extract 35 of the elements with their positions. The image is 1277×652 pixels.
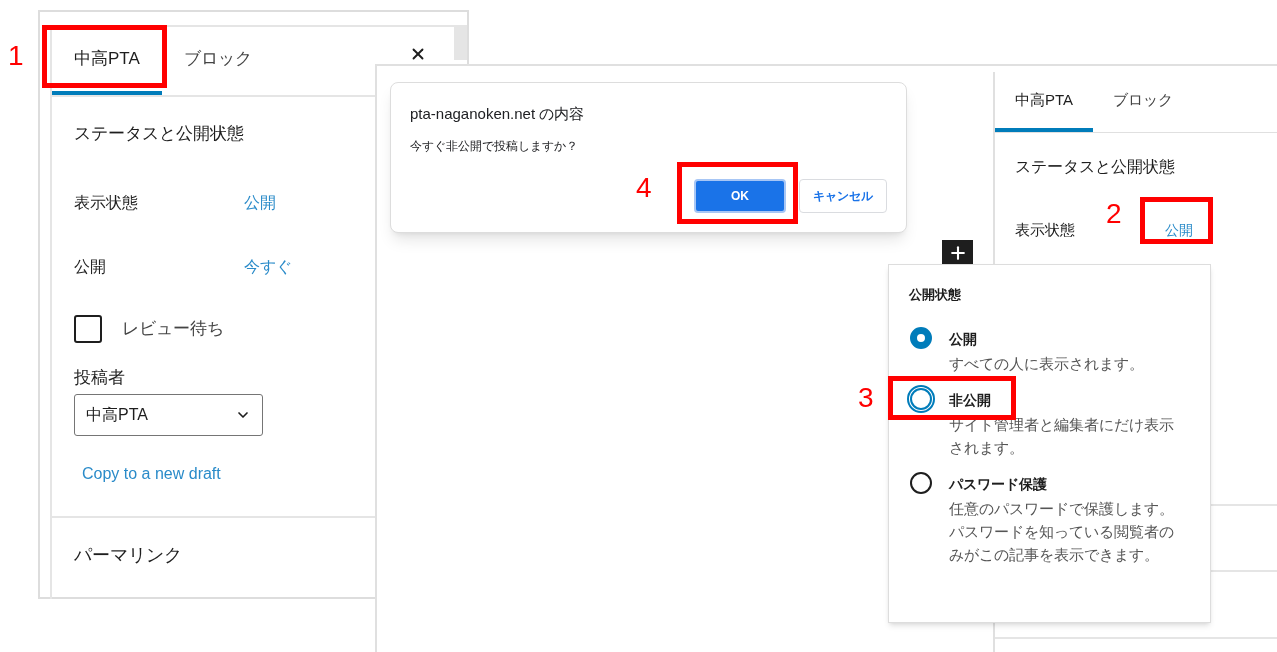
dialog-button[interactable]: キャンセル — [799, 179, 887, 213]
option-description: すべての人に表示されます。 — [949, 354, 1145, 374]
option-label: パスワード保護 — [949, 474, 1048, 494]
step-number: 4 — [636, 172, 652, 204]
section-title: ステータスと公開状態 — [74, 123, 244, 145]
field-label: 投稿者 — [74, 366, 126, 389]
step-number: 2 — [1106, 198, 1122, 230]
option-description: 任意のパスワードで保護します。パスワードを知っている閲覧者のみがこの記事を表示できます。 — [949, 499, 1175, 565]
field-value-link[interactable]: 今すぐ — [244, 254, 292, 279]
sidebar-tab[interactable]: 中高PTA — [995, 72, 1094, 132]
option-label: 公開 — [949, 329, 978, 349]
dialog-button[interactable]: OK — [694, 179, 786, 213]
sidebar-tab[interactable]: ブロック — [1093, 72, 1194, 132]
checkbox-label: レビュー待ち — [122, 317, 224, 340]
add-block-button[interactable] — [942, 240, 973, 266]
radio-button[interactable] — [910, 326, 932, 349]
step-number: 1 — [8, 40, 24, 72]
panel-title: パーマリンク — [74, 545, 182, 565]
copy-link[interactable]: Copy to a new draft — [82, 462, 221, 486]
sidebar-tab[interactable]: 中高PTA — [52, 27, 162, 95]
sidebar-tab[interactable]: ブロック — [161, 27, 274, 95]
field-value-link[interactable]: 公開 — [244, 190, 276, 215]
option-label: 非公開 — [949, 390, 992, 410]
field-label: 表示状態 — [1015, 220, 1076, 240]
popover-title: 公開状態 — [909, 286, 962, 304]
radio-button[interactable] — [910, 471, 932, 494]
checkbox[interactable] — [74, 314, 102, 343]
author-select[interactable]: 中高PTA — [74, 394, 263, 436]
field-label: 表示状態 — [74, 192, 139, 213]
dialog-message: 今すぐ非公開で投稿しますか？ — [410, 137, 579, 155]
field-label: 公開 — [74, 256, 107, 277]
section-title: ステータスと公開状態 — [1015, 157, 1176, 177]
dialog-title: pta-naganoken.net の内容 — [410, 104, 586, 124]
field-value-link[interactable]: 公開 — [1165, 219, 1193, 241]
step-number: 3 — [858, 382, 874, 414]
